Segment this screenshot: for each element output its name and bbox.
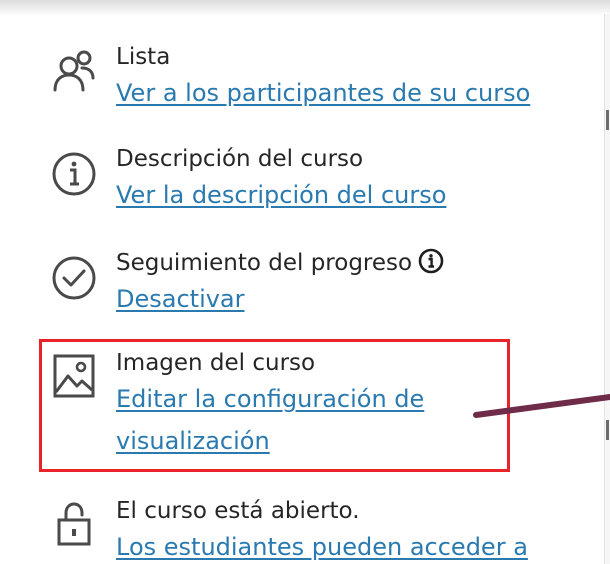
right-panel-marker: [606, 110, 609, 130]
right-panel-edge: [604, 14, 610, 564]
info-circle-icon: [50, 150, 98, 198]
unlock-icon: [50, 500, 98, 548]
roster-title: Lista: [116, 44, 171, 70]
top-shadow: [0, 0, 610, 16]
view-participants-link[interactable]: Ver a los participantes de su curso: [116, 72, 586, 114]
view-description-link[interactable]: Ver la descripción del curso: [116, 174, 586, 216]
description-title: Descripción del curso: [116, 146, 364, 172]
people-icon: [50, 48, 98, 96]
check-circle-icon: [50, 254, 98, 302]
students-access-link[interactable]: Los estudiantes pueden acceder a: [116, 526, 586, 564]
edit-display-settings-line1: Editar la configuración de: [116, 385, 425, 413]
info-icon[interactable]: [418, 248, 444, 274]
image-icon: [50, 352, 98, 400]
right-panel-marker: [606, 420, 609, 440]
course-image-title: Imagen del curso: [116, 350, 316, 376]
progress-tracking-title: Seguimiento del progreso: [116, 250, 413, 276]
deactivate-progress-link[interactable]: Desactivar: [116, 278, 586, 320]
edit-display-settings-line2: visualización: [116, 427, 270, 455]
course-details-screen: Lista Ver a los participantes de su curs…: [0, 0, 610, 564]
course-open-title: El curso está abierto.: [116, 498, 360, 524]
edit-display-settings-link[interactable]: Editar la configuración de visualización: [116, 378, 586, 462]
